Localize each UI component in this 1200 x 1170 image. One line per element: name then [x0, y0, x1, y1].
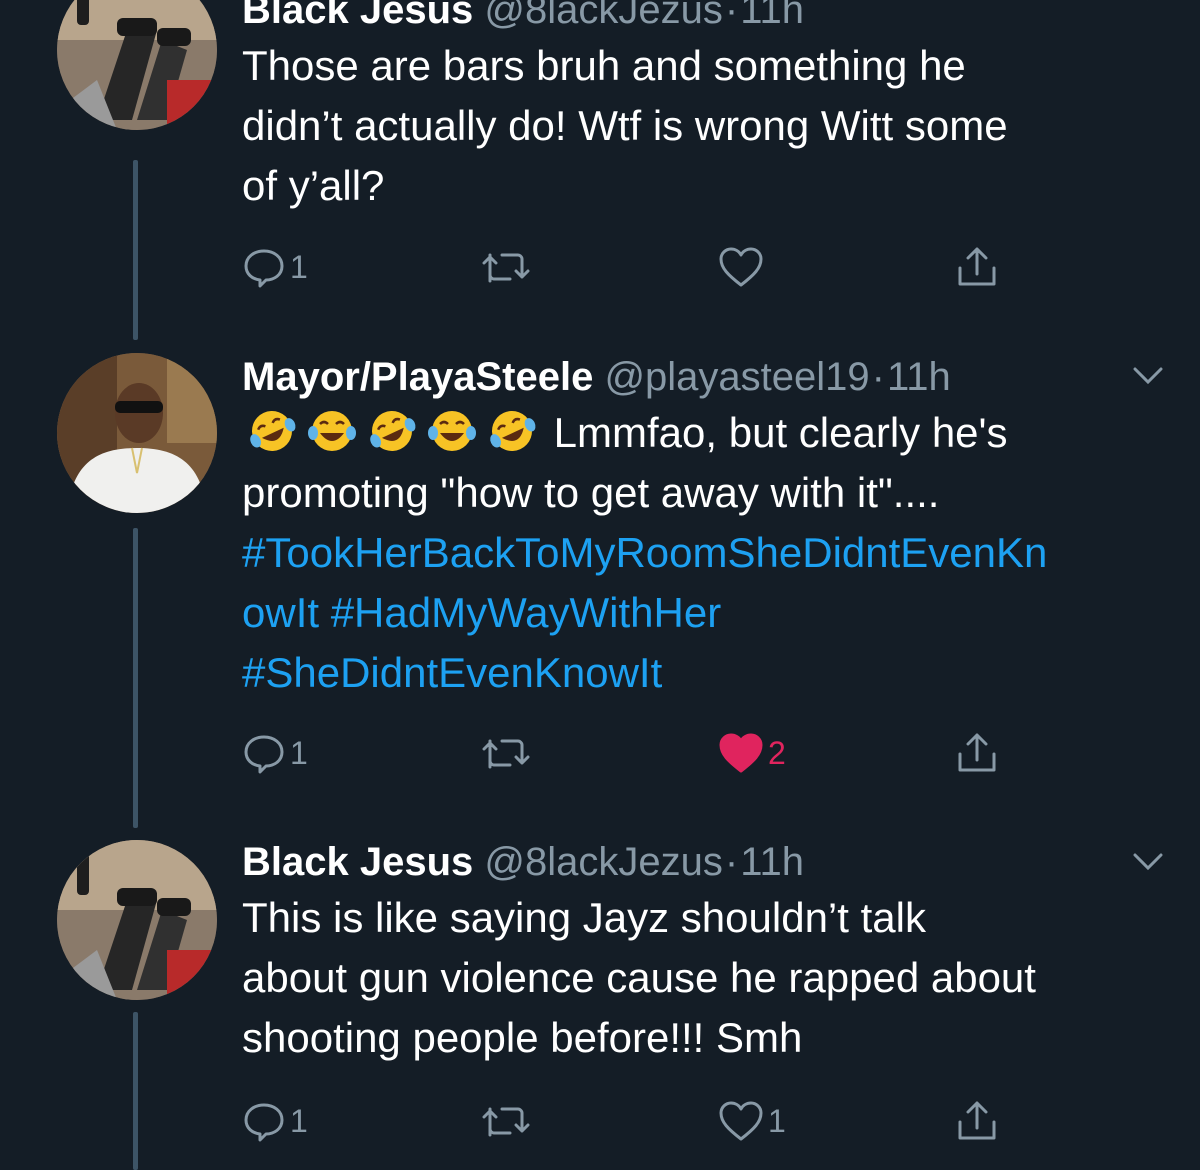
tweet[interactable]: Black Jesus @8lackJezus·11h Those are ba… — [0, 0, 1200, 330]
avatar-playasteele[interactable] — [57, 353, 217, 513]
avatar-black-jesus[interactable] — [57, 0, 217, 130]
tweet-actions: 1 2 — [242, 728, 1042, 778]
like-count: 2 — [768, 734, 786, 771]
reply-icon — [244, 249, 284, 288]
reply-count: 1 — [290, 734, 308, 771]
reply-icon — [244, 735, 284, 774]
timestamp[interactable]: 11h — [740, 0, 804, 32]
reply-button[interactable]: 1 — [242, 728, 308, 778]
reply-count: 1 — [290, 248, 308, 285]
hashtag-link[interactable]: #TookHerBackToMyRoomSheDidntEvenKn — [242, 529, 1047, 576]
tweet-text-line: didn’t actually do! Wtf is wrong Witt so… — [242, 102, 1008, 149]
tweet-text: Those are bars bruh and something he did… — [242, 36, 1162, 216]
tweet-text-line: #TookHerBackToMyRoomSheDidntEvenKn — [242, 523, 1162, 583]
rofl-emoji — [370, 411, 416, 451]
tweet-text-line: about gun violence cause he rapped about — [242, 954, 1036, 1001]
handle[interactable]: @8lackJezus — [484, 0, 722, 32]
tweet-actions: 1 — [242, 242, 1042, 292]
reply-button[interactable]: 1 — [242, 242, 308, 292]
reply-button[interactable]: 1 — [242, 1096, 308, 1146]
tweet-text-fragment: Lmmfao, but clearly he's — [542, 409, 1008, 456]
retweet-icon — [482, 1107, 530, 1137]
tweet-text-line: #SheDidntEvenKnowIt — [242, 643, 1162, 703]
hashtag-link[interactable]: #HadMyWayWithHer — [331, 589, 722, 636]
hashtag-link-continued[interactable]: owIt — [242, 589, 319, 636]
like-count: 1 — [768, 1102, 786, 1139]
retweet-button[interactable] — [480, 1096, 536, 1146]
tweet-text-line: promoting "how to get away with it".... — [242, 469, 940, 516]
like-button[interactable]: 1 — [718, 1096, 786, 1146]
avatar-black-jesus[interactable] — [57, 840, 217, 1000]
share-button[interactable] — [954, 1096, 1000, 1146]
tweet[interactable]: Black Jesus @8lackJezus·11h This is like… — [0, 828, 1200, 1170]
handle[interactable]: @8lackJezus — [484, 840, 722, 884]
tweet-actions: 1 1 — [242, 1096, 1042, 1146]
retweet-icon — [482, 739, 530, 769]
tweet[interactable]: Mayor/PlayaSteele @playasteel19·11h Lmmf… — [0, 340, 1200, 800]
tweet-text-line: This is like saying Jayz shouldn’t talk — [242, 894, 926, 941]
rofl-emoji — [250, 411, 296, 451]
heart-icon — [719, 1101, 763, 1141]
tweet-text: Lmmfao, but clearly he's promoting "how … — [242, 403, 1162, 703]
separator-dot: · — [724, 840, 739, 884]
joy-emoji — [428, 411, 476, 451]
hashtag-link[interactable]: #SheDidntEvenKnowIt — [242, 649, 662, 696]
tweet-text: This is like saying Jayz shouldn’t talk … — [242, 888, 1162, 1068]
reply-icon — [244, 1103, 284, 1142]
share-icon — [958, 1101, 996, 1140]
like-button[interactable] — [718, 242, 768, 292]
tweet-text-line: shooting people before!!! Smh — [242, 1014, 803, 1061]
tweet-text-line: Those are bars bruh and something he — [242, 42, 966, 89]
retweet-button[interactable] — [480, 728, 536, 778]
joy-emoji — [308, 411, 356, 451]
chevron-down-icon[interactable] — [1132, 0, 1164, 7]
like-button[interactable]: 2 — [718, 728, 786, 778]
display-name[interactable]: Mayor/PlayaSteele — [242, 355, 593, 399]
separator-dot: · — [871, 355, 885, 399]
display-name[interactable]: Black Jesus — [242, 840, 473, 884]
chevron-down-icon[interactable] — [1132, 852, 1164, 877]
tweet-header: Mayor/PlayaSteele @playasteel19·11h — [242, 353, 1162, 401]
reply-count: 1 — [290, 1102, 308, 1139]
share-button[interactable] — [954, 242, 1000, 292]
conversation-thread: Black Jesus @8lackJezus·11h Those are ba… — [0, 0, 1200, 1170]
heart-filled-icon — [719, 733, 763, 773]
display-name[interactable]: Black Jesus — [242, 0, 473, 32]
heart-icon — [719, 247, 763, 287]
tweet-text-line: of y’all? — [242, 162, 385, 209]
emoji-row — [242, 409, 542, 456]
share-icon — [958, 247, 996, 286]
share-button[interactable] — [954, 728, 1000, 778]
rofl-emoji — [490, 411, 536, 451]
timestamp[interactable]: 11h — [887, 355, 951, 399]
retweet-icon — [482, 253, 530, 283]
timestamp[interactable]: 11h — [740, 840, 804, 884]
handle[interactable]: @playasteel19 — [604, 355, 869, 399]
tweet-header: Black Jesus @8lackJezus·11h — [242, 0, 1162, 34]
separator-dot: · — [724, 0, 739, 32]
chevron-down-icon[interactable] — [1132, 366, 1164, 391]
retweet-button[interactable] — [480, 242, 536, 292]
tweet-text-line: owIt #HadMyWayWithHer — [242, 583, 1162, 643]
share-icon — [958, 733, 996, 772]
tweet-header: Black Jesus @8lackJezus·11h — [242, 838, 1162, 886]
tweet-text-line: Lmmfao, but clearly he's — [242, 403, 1162, 463]
